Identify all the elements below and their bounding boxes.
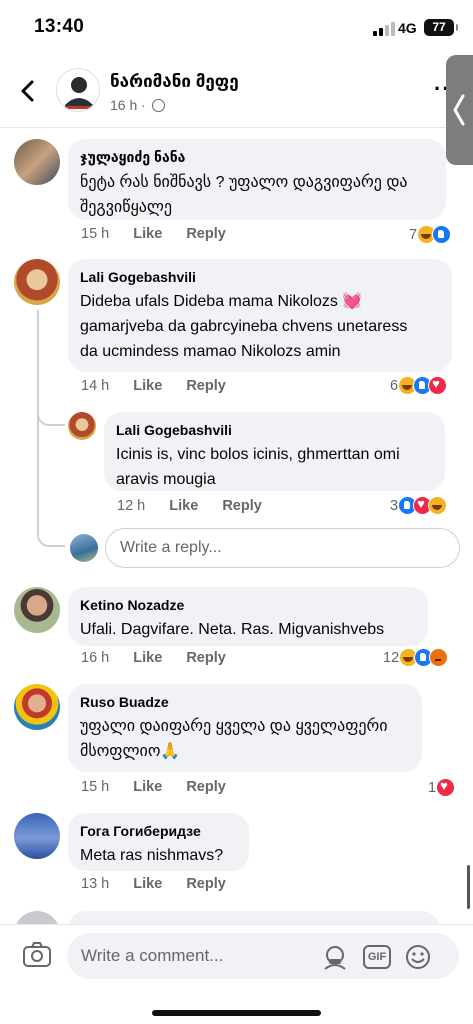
avatar[interactable]: [14, 684, 60, 730]
reaction-summary[interactable]: 1: [428, 778, 456, 797]
commenter-name[interactable]: ჯულაყიძე ნანა: [80, 149, 434, 166]
gif-icon[interactable]: GIF: [363, 945, 391, 969]
avatar[interactable]: [14, 259, 60, 305]
like-button[interactable]: Like: [133, 779, 162, 795]
comment-age: 12 h: [117, 498, 146, 514]
reply-button[interactable]: Reply: [186, 378, 226, 394]
comment-bubble: Lali Gogebashvili Icinis is, vinc bolos …: [104, 412, 445, 491]
comment-meta: 13 h Like Reply: [81, 876, 226, 892]
comment-text: უფალი დაიფარე ყველა და ყველაფერი მსოფლიო…: [80, 718, 388, 760]
avatar-sticker-icon[interactable]: [321, 943, 349, 971]
commenter-name[interactable]: Lali Gogebashvili: [116, 422, 433, 438]
comment-age: 14 h: [81, 378, 110, 394]
like-button[interactable]: Like: [169, 498, 198, 514]
comment-age: 15 h: [81, 779, 110, 795]
comment-meta: 15 h Like Reply: [81, 779, 226, 795]
commenter-name[interactable]: Lali Gogebashvili: [80, 269, 440, 285]
page-avatar[interactable]: [56, 68, 100, 112]
avatar[interactable]: [14, 587, 60, 633]
reply-button[interactable]: Reply: [186, 650, 226, 666]
haha-reaction-icon: [428, 496, 448, 515]
comment-bubble: ჯულაყიძე ნანა ნეტა რას ნიშნავს ? უფალო დ…: [68, 139, 446, 220]
side-panel-tab[interactable]: [446, 55, 473, 165]
like-reaction-icon: [432, 225, 452, 244]
signal-icon: [373, 22, 395, 36]
reply-button[interactable]: Reply: [186, 876, 226, 892]
comment-text: Icinis is, vinc bolos icinis, ghmerttan …: [116, 446, 400, 488]
comment-meta: 12 h Like Reply: [117, 498, 262, 514]
scrollbar[interactable]: [467, 865, 470, 909]
comment-age: 15 h: [81, 226, 110, 242]
love-reaction-icon: [428, 376, 448, 395]
commenter-name[interactable]: Ketino Nozadze: [80, 597, 416, 613]
thread-connector: [37, 400, 65, 426]
reaction-count: 12: [383, 649, 400, 666]
comment-bubble: Ruso Buadze უფალი დაიფარე ყველა და ყველა…: [68, 684, 422, 772]
comment-meta: 14 h Like Reply: [81, 378, 226, 394]
comment-bubble: Lali Gogebashvili Dideba ufals Dideba ma…: [68, 259, 452, 372]
comment-text: Ufali. Dagvifare. Neta. Ras. Migvanishve…: [80, 621, 385, 638]
reply-button[interactable]: Reply: [186, 779, 226, 795]
comment-bubble: Гога Гогиберидзе Meta ras nishmavs?: [68, 813, 249, 871]
like-button[interactable]: Like: [133, 650, 162, 666]
page-name[interactable]: ნარიმანი მეფე: [110, 72, 239, 92]
post-meta: 16 h ·: [110, 97, 165, 113]
reaction-count: 7: [409, 226, 418, 243]
back-arrow-icon[interactable]: [14, 76, 42, 106]
chevron-left-icon: [453, 94, 465, 126]
comment-input[interactable]: Write a comment...: [67, 933, 459, 979]
comment-meta: 16 h Like Reply: [81, 650, 226, 666]
comment-age: 16 h: [81, 650, 110, 666]
commenter-name[interactable]: Гога Гогиберидзе: [80, 823, 237, 839]
avatar[interactable]: [14, 813, 60, 859]
battery-icon: 77: [424, 19, 458, 36]
avatar[interactable]: [14, 139, 60, 185]
post-age: 16 h ·: [110, 97, 146, 113]
love-reaction-icon: [436, 778, 456, 797]
emoji-icon[interactable]: [404, 943, 432, 971]
status-bar: 13:40 4G 77: [0, 0, 473, 58]
reply-button[interactable]: Reply: [222, 498, 262, 514]
avatar[interactable]: [68, 412, 96, 440]
thread-connector: [37, 505, 65, 547]
reaction-count: 6: [390, 377, 399, 394]
comment-text: ნეტა რას ნიშნავს ? უფალო დაგვიფარე და შე…: [80, 174, 408, 216]
reaction-count: 1: [428, 779, 437, 796]
like-button[interactable]: Like: [133, 876, 162, 892]
comment-meta: 15 h Like Reply: [81, 226, 226, 242]
reaction-summary[interactable]: 3: [390, 496, 448, 515]
comment-text: Meta ras nishmavs?: [80, 847, 224, 864]
comment-bubble: Ketino Nozadze Ufali. Dagvifare. Neta. R…: [68, 587, 428, 646]
angry-reaction-icon: [429, 648, 449, 667]
reaction-summary[interactable]: 12: [383, 648, 449, 667]
status-time: 13:40: [34, 16, 85, 37]
like-button[interactable]: Like: [133, 226, 162, 242]
comment-placeholder: Write a comment...: [81, 946, 224, 965]
reaction-count: 3: [390, 497, 399, 514]
reply-button[interactable]: Reply: [186, 226, 226, 242]
comment-composer: Write a comment... GIF: [0, 924, 473, 1024]
home-indicator: [152, 1010, 321, 1016]
comment-text: Dideba ufals Dideba mama Nikolozs 💓 gama…: [80, 293, 408, 360]
reaction-summary[interactable]: 7: [409, 225, 452, 244]
globe-icon: [151, 99, 165, 112]
current-user-avatar: [70, 534, 98, 562]
reaction-summary[interactable]: 6: [390, 376, 448, 395]
commenter-name[interactable]: Ruso Buadze: [80, 694, 410, 710]
comment-age: 13 h: [81, 876, 110, 892]
like-button[interactable]: Like: [133, 378, 162, 394]
reply-input[interactable]: Write a reply...: [105, 528, 460, 568]
camera-icon[interactable]: [22, 942, 52, 968]
post-header: ნარიმანი მეფე 16 h · ··: [0, 58, 473, 128]
network-label: 4G: [398, 20, 417, 36]
